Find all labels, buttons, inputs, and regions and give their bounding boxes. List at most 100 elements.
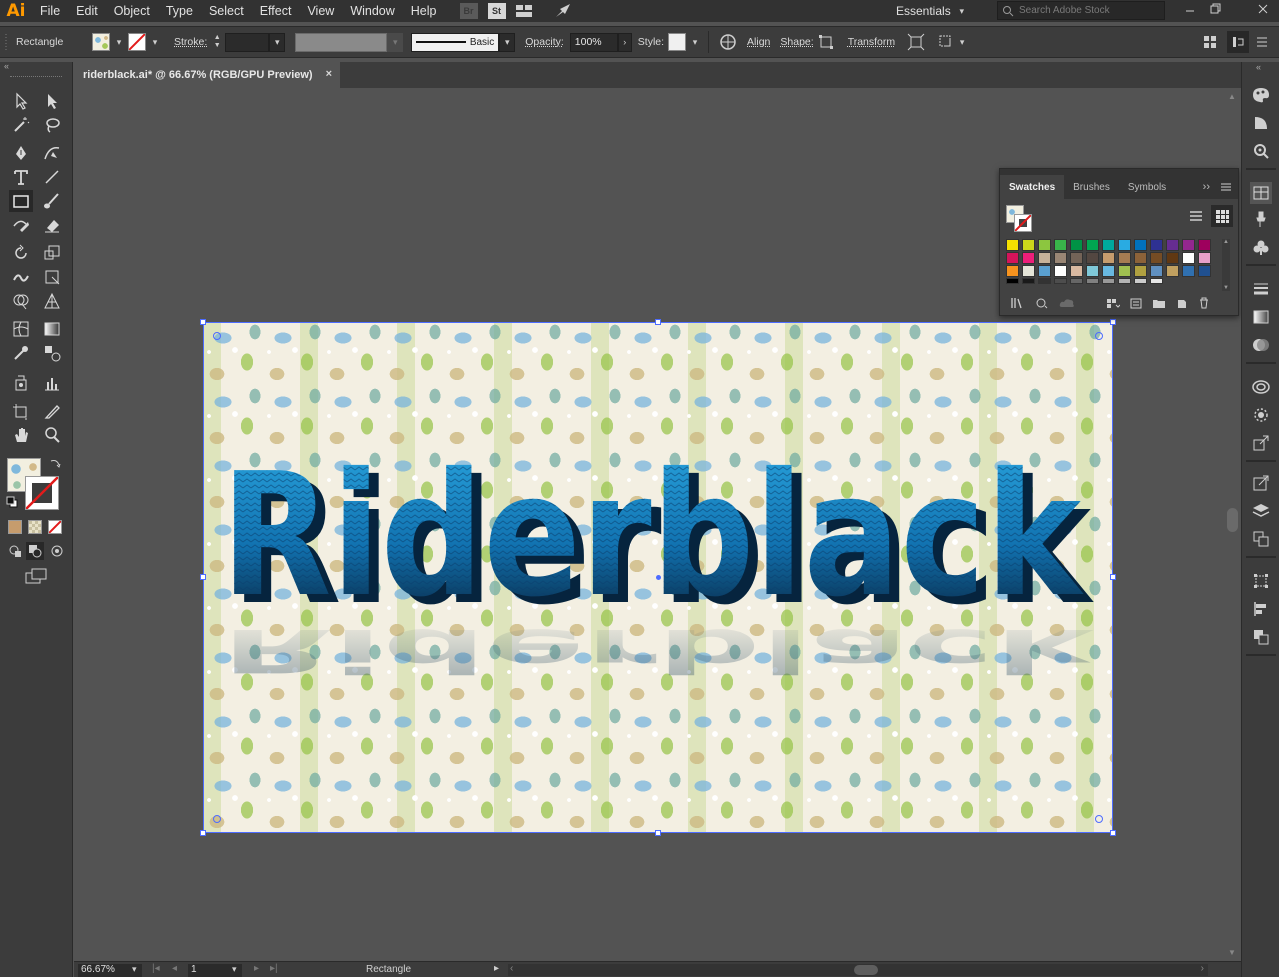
swatch-cell[interactable]: [1134, 239, 1147, 251]
scroll-down-icon[interactable]: ▼: [1228, 948, 1236, 957]
gradient-tool[interactable]: [40, 318, 64, 340]
variable-width-dropdown[interactable]: ▾: [387, 32, 404, 52]
line-segment-tool[interactable]: [40, 166, 64, 188]
opacity-input[interactable]: 100%: [569, 32, 618, 52]
bridge-icon[interactable]: Br: [459, 3, 479, 19]
tab-symbols[interactable]: Symbols: [1119, 175, 1175, 199]
grid-view-button[interactable]: [1211, 205, 1233, 227]
swatch-cell[interactable]: [1166, 239, 1179, 251]
default-fill-stroke-icon[interactable]: [6, 496, 18, 508]
recolor-panel-button[interactable]: [1250, 140, 1272, 162]
lasso-tool[interactable]: [40, 114, 64, 136]
swatch-cell[interactable]: [1150, 239, 1163, 251]
chevron-down-icon[interactable]: ▾: [150, 37, 160, 47]
swatch-cell[interactable]: [1054, 265, 1067, 277]
menu-edit[interactable]: Edit: [68, 0, 106, 22]
stroke-color-swatch[interactable]: [25, 476, 59, 510]
tab-swatches[interactable]: Swatches: [1000, 175, 1065, 199]
new-color-group-icon[interactable]: [1152, 297, 1166, 309]
status-menu-icon[interactable]: ▸: [494, 963, 499, 974]
chevron-down-icon[interactable]: ▾: [114, 37, 124, 47]
swatch-cell[interactable]: [1006, 265, 1019, 277]
symbol-sprayer-tool[interactable]: [9, 372, 33, 394]
close-window-button[interactable]: [1250, 0, 1276, 18]
collapse-panel-icon[interactable]: «: [4, 62, 24, 71]
column-graph-tool[interactable]: [40, 372, 64, 394]
swatch-cell[interactable]: [1086, 239, 1099, 251]
menu-object[interactable]: Object: [106, 0, 158, 22]
swatch-cell[interactable]: [1022, 252, 1035, 264]
layers-panel-button[interactable]: [1250, 500, 1272, 522]
selection-tool[interactable]: [9, 90, 33, 112]
swatch-cell[interactable]: [1182, 265, 1195, 277]
swatch-cell[interactable]: [1054, 252, 1067, 264]
scroll-down-icon[interactable]: ▼: [1222, 285, 1230, 291]
scroll-left-icon[interactable]: ‹: [510, 963, 513, 974]
direct-selection-tool[interactable]: [40, 90, 64, 112]
swatch-cell[interactable]: [1102, 278, 1115, 284]
stock-search-input[interactable]: Search Adobe Stock: [997, 1, 1165, 20]
tab-brushes[interactable]: Brushes: [1064, 175, 1119, 199]
swatch-cell[interactable]: [1182, 252, 1195, 264]
stroke-weight-dropdown[interactable]: ▾: [269, 32, 286, 52]
swatches-panel-button[interactable]: [1250, 182, 1272, 204]
chevron-down-icon[interactable]: ▾: [232, 964, 237, 975]
swatch-cell[interactable]: [1006, 252, 1019, 264]
minimize-button[interactable]: [1177, 0, 1203, 18]
shape-properties-icon[interactable]: [818, 34, 834, 50]
brush-dropdown[interactable]: ▾: [499, 32, 516, 52]
swatch-cell[interactable]: [1070, 278, 1083, 284]
eraser-tool[interactable]: [40, 214, 64, 236]
swatch-cell[interactable]: [1006, 278, 1019, 284]
gpu-performance-icon[interactable]: [553, 3, 573, 19]
swatch-cell[interactable]: [1118, 278, 1131, 284]
swatch-cell[interactable]: [1086, 265, 1099, 277]
variable-width-profile[interactable]: [295, 32, 388, 52]
swatch-cell[interactable]: [1166, 265, 1179, 277]
swatch-cell[interactable]: [1070, 265, 1083, 277]
free-transform-tool[interactable]: [40, 266, 64, 288]
align-link[interactable]: Align: [747, 36, 770, 48]
swap-fill-stroke-icon[interactable]: [49, 457, 61, 469]
menu-select[interactable]: Select: [201, 0, 252, 22]
scroll-up-icon[interactable]: ▲: [1222, 239, 1230, 245]
menu-icon[interactable]: [1255, 35, 1269, 49]
brushes-panel-button[interactable]: [1250, 208, 1272, 230]
screen-mode-icon[interactable]: [24, 568, 48, 584]
scroll-right-icon[interactable]: ›: [1201, 963, 1204, 974]
swatch-cell[interactable]: [1150, 265, 1163, 277]
fill-swatch[interactable]: [92, 33, 110, 51]
artboard-pattern-rectangle[interactable]: Riderblack Riderblack Riderblack Riderbl…: [203, 322, 1113, 833]
magic-wand-tool[interactable]: [9, 114, 33, 136]
symbols-panel-button[interactable]: [1250, 236, 1272, 258]
graphic-style-swatch[interactable]: [668, 33, 687, 51]
scale-tool[interactable]: [40, 242, 64, 264]
draw-inside-icon[interactable]: [50, 544, 64, 558]
close-tab-button[interactable]: ×: [326, 68, 332, 80]
swatch-cell[interactable]: [1118, 239, 1131, 251]
swatch-cell[interactable]: [1086, 252, 1099, 264]
menu-type[interactable]: Type: [158, 0, 201, 22]
document-tab[interactable]: riderblack.ai* @ 66.67% (RGB/GPU Preview…: [73, 62, 340, 88]
arrange-documents-icon[interactable]: [515, 3, 535, 19]
opacity-slider-button[interactable]: ›: [617, 32, 632, 52]
scroll-up-icon[interactable]: ▲: [1228, 92, 1236, 101]
zoom-tool[interactable]: [40, 424, 64, 446]
first-artboard-icon[interactable]: |◂: [152, 963, 160, 974]
eyedropper-tool[interactable]: [9, 342, 33, 364]
transparency-panel-button[interactable]: [1250, 334, 1272, 356]
panel-menu-icon[interactable]: [1220, 181, 1232, 193]
horizontal-scroll-thumb[interactable]: [854, 965, 878, 975]
perspective-grid-tool[interactable]: [40, 290, 64, 312]
delete-swatch-icon[interactable]: [1198, 297, 1210, 309]
pen-tool[interactable]: [9, 142, 33, 164]
scroll-thumb[interactable]: [1227, 508, 1238, 532]
swatch-cell[interactable]: [1038, 278, 1051, 284]
swatch-cell[interactable]: [1102, 252, 1115, 264]
swatch-cell[interactable]: [1022, 278, 1035, 284]
paintbrush-tool[interactable]: [40, 190, 64, 212]
swatch-libraries-icon[interactable]: [1010, 297, 1026, 309]
cloud-library-icon[interactable]: [1058, 297, 1076, 309]
horizontal-scrollbar[interactable]: ‹ ›: [508, 963, 1208, 976]
next-artboard-icon[interactable]: ▸: [254, 963, 259, 974]
